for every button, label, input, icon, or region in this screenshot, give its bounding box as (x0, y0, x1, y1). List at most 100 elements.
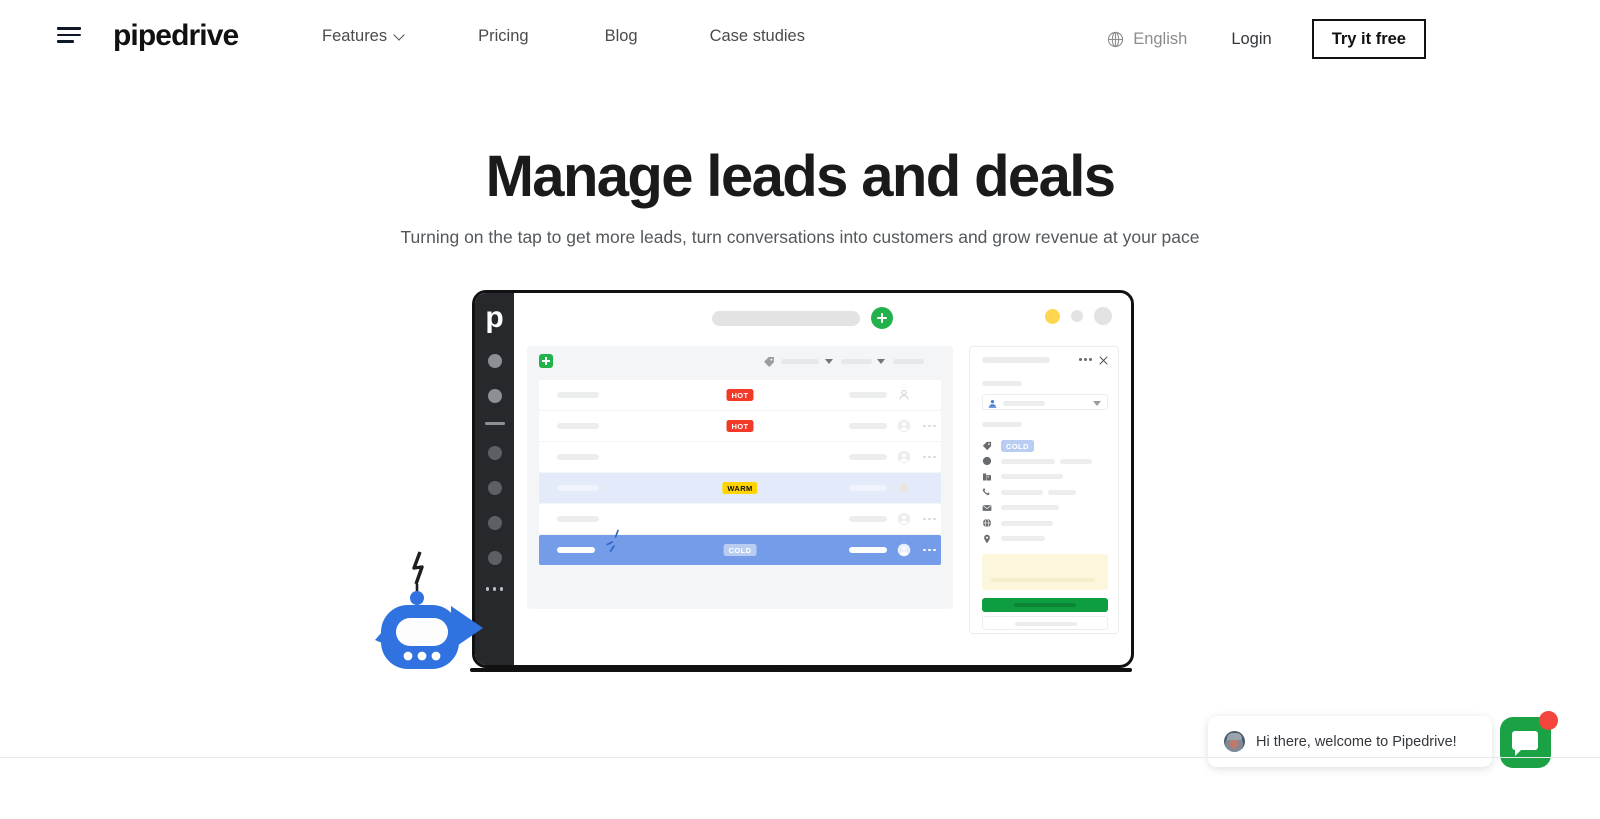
row-more-icon[interactable] (923, 455, 936, 459)
hamburger-icon[interactable] (57, 25, 83, 45)
sidebar-item-6[interactable] (487, 551, 502, 565)
status-badge: COLD (1001, 439, 1034, 452)
row-value (849, 516, 887, 522)
person-icon (899, 482, 909, 493)
click-effect-icon (606, 529, 619, 552)
owner-value (1003, 400, 1045, 406)
row-more-icon[interactable] (923, 424, 936, 428)
unread-badge (1539, 711, 1558, 730)
table-row[interactable] (539, 442, 941, 472)
status-badge: WARM (722, 481, 758, 495)
globe-icon (982, 518, 992, 528)
chevron-down-icon (395, 30, 406, 41)
detail-field-list: COLD (982, 438, 1108, 547)
detail-section-label (982, 381, 1022, 386)
header-actions: English Login Try it free (1107, 19, 1600, 59)
secondary-action-button[interactable] (982, 616, 1108, 630)
row-name (557, 485, 599, 491)
nav-item-features[interactable]: Features (322, 24, 406, 48)
avatar (897, 512, 911, 526)
row-more-icon[interactable] (923, 548, 936, 552)
sidebar-item-2[interactable] (487, 389, 502, 403)
hamburger-line (57, 27, 81, 30)
row-name (557, 454, 599, 460)
page-title: Manage leads and deals (485, 144, 1116, 209)
email-icon (982, 504, 992, 511)
sidebar-item-1[interactable] (487, 354, 502, 368)
window-dot-yellow[interactable] (1045, 308, 1060, 324)
field-value (1001, 458, 1055, 464)
person-icon (899, 389, 909, 400)
owner-select[interactable] (982, 394, 1108, 410)
field-value (1001, 536, 1045, 542)
pipedrive-logo[interactable]: pipedrive (113, 19, 239, 53)
search-input[interactable] (712, 311, 860, 326)
try-it-free-button[interactable]: Try it free (1311, 19, 1426, 59)
row-value (849, 423, 887, 429)
chat-greeting-bubble[interactable]: Hi there, welcome to Pipedrive! (1208, 716, 1492, 767)
table-filter-bar (527, 346, 953, 376)
page-subtitle: Turning on the tap to get more leads, tu… (400, 227, 1200, 247)
field-value (1001, 520, 1053, 526)
nav-item-pricing[interactable]: Pricing (478, 24, 528, 48)
table-row[interactable]: HOT (539, 380, 941, 410)
globe-icon (1108, 31, 1124, 47)
ellipsis-icon[interactable] (1078, 358, 1092, 361)
detail-field-website (982, 516, 1108, 532)
row-value (849, 485, 887, 491)
avatar (1224, 731, 1245, 752)
detail-field-tag: COLD (982, 438, 1108, 454)
row-more-icon[interactable] (923, 517, 936, 521)
avatar (897, 543, 911, 557)
nav-item-case-studies[interactable]: Case studies (710, 24, 805, 48)
filter-label-1[interactable] (781, 359, 819, 364)
device-stand-right (777, 668, 1132, 672)
plus-square-icon[interactable] (539, 354, 553, 368)
table-row[interactable]: HOT (539, 411, 941, 441)
table-row-selected[interactable]: COLD (539, 529, 941, 565)
caret-down-icon[interactable] (825, 359, 833, 364)
table-row[interactable] (539, 504, 941, 534)
section-divider (0, 757, 1600, 758)
login-link[interactable]: Login (1231, 30, 1271, 49)
location-pin-icon (984, 534, 990, 543)
plus-circle-icon[interactable] (871, 307, 893, 329)
note-box[interactable] (982, 554, 1108, 590)
app-topbar (514, 293, 1131, 341)
hamburger-line (57, 40, 74, 43)
tag-icon (982, 441, 992, 450)
robot-icon (375, 551, 483, 669)
nav-label: Pricing (478, 27, 529, 45)
tag-icon (764, 357, 774, 367)
sidebar-divider (484, 422, 505, 425)
row-value (849, 547, 887, 553)
field-value (1001, 474, 1063, 480)
table-row[interactable]: WARM (539, 473, 941, 503)
product-screenshot-mockup: p HOT HOT WARM COLD COLD (470, 290, 1134, 674)
device-frame: p HOT HOT WARM COLD COLD (472, 290, 1134, 668)
detail-title (982, 357, 1050, 363)
lead-detail-panel: COLD (969, 346, 1119, 634)
phone-icon (982, 488, 990, 496)
app-logo: p (485, 301, 504, 334)
status-badge: COLD (723, 543, 757, 557)
sidebar-item-4[interactable] (487, 481, 502, 495)
detail-field-location (982, 531, 1108, 547)
close-icon[interactable] (1099, 356, 1108, 365)
sidebar-more-icon[interactable] (485, 587, 504, 591)
filter-label-2[interactable] (841, 359, 872, 364)
language-selector[interactable]: English (1107, 30, 1187, 49)
filter-label-3[interactable] (893, 359, 924, 364)
nav-item-blog[interactable]: Blog (605, 24, 638, 48)
field-value (1001, 505, 1059, 511)
row-value (849, 392, 887, 398)
dot (499, 587, 504, 591)
row-name (557, 392, 599, 398)
detail-field-contact (982, 454, 1108, 470)
sidebar-item-5[interactable] (487, 516, 502, 530)
sidebar-item-3[interactable] (487, 446, 502, 460)
window-dot-gray-large[interactable] (1094, 307, 1112, 325)
window-dot-gray[interactable] (1071, 310, 1083, 322)
caret-down-icon[interactable] (877, 359, 885, 364)
primary-action-button[interactable] (982, 598, 1108, 612)
